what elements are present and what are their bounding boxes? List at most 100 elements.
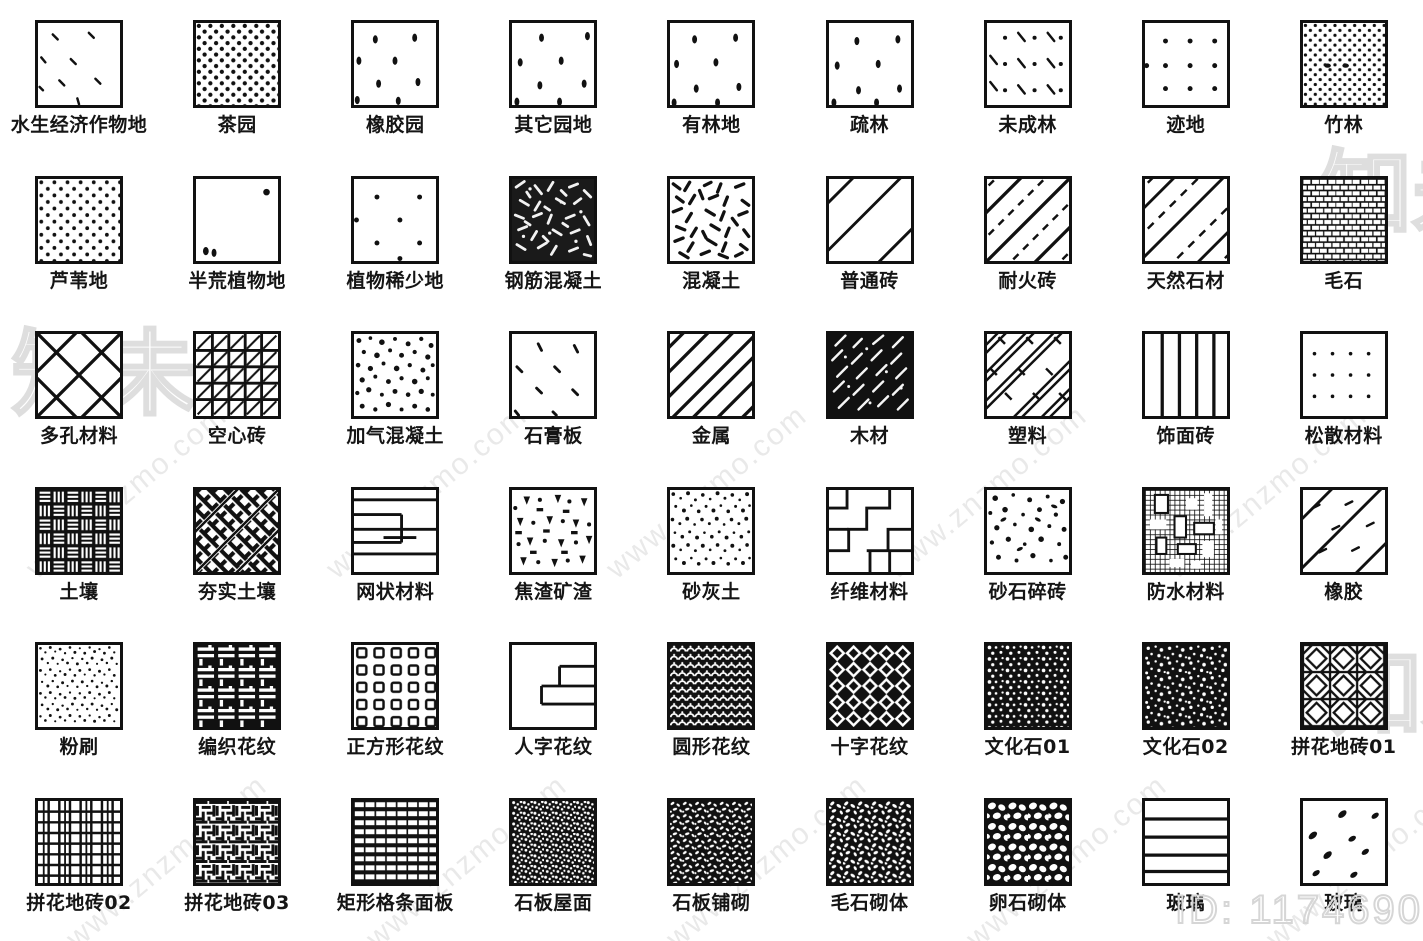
legend-cell[interactable]: 水生经济作物地 (0, 8, 158, 164)
legend-cell[interactable]: 拼花地砖01 (1265, 630, 1423, 786)
legend-cell[interactable]: 石板屋面 (474, 786, 632, 941)
legend-cell[interactable]: 饰面砖 (1107, 319, 1265, 475)
legend-cell[interactable]: 正方形花纹 (316, 630, 474, 786)
swatch-rubber-diag[interactable] (1299, 486, 1388, 575)
legend-cell[interactable]: 疏林 (790, 8, 948, 164)
swatch-vertical-bars[interactable] (1141, 331, 1230, 419)
swatch-circle-pattern[interactable] (667, 642, 756, 730)
swatch-diag-mixed-dash[interactable] (1141, 175, 1230, 264)
swatch-slag-triangles[interactable] (509, 486, 598, 575)
swatch-speckle-coarse[interactable] (351, 331, 440, 419)
legend-cell[interactable]: 加气混凝土 (316, 319, 474, 475)
legend-cell[interactable]: 砂石碎砖 (949, 475, 1107, 631)
legend-cell[interactable]: 有林地 (632, 8, 790, 164)
swatch-noise-heavy[interactable] (509, 175, 598, 264)
swatch-parquet-2[interactable] (35, 797, 124, 886)
legend-cell[interactable]: 天然石材 (1107, 164, 1265, 320)
swatch-comma-dots-wide[interactable] (667, 20, 756, 108)
swatch-dot-grid-dense[interactable] (193, 20, 282, 108)
swatch-comma-dots-sparse[interactable] (509, 20, 598, 108)
legend-cell[interactable]: 多孔材料 (0, 319, 158, 475)
swatch-basket-weave[interactable] (35, 486, 124, 575)
swatch-diag-double-dash[interactable] (983, 331, 1072, 419)
swatch-stipple-fine[interactable] (35, 642, 124, 730)
legend-cell[interactable]: 夯实土壤 (158, 475, 316, 631)
legend-cell[interactable]: 矩形格条面板 (316, 786, 474, 941)
swatch-dot-tick-mix[interactable] (983, 20, 1072, 108)
legend-cell[interactable]: 焦渣矿渣 (474, 475, 632, 631)
legend-cell[interactable]: 石膏板 (474, 319, 632, 475)
legend-cell[interactable]: 土壤 (0, 475, 158, 631)
legend-cell[interactable]: 迹地 (1107, 8, 1265, 164)
swatch-brick-fill[interactable] (1299, 175, 1388, 264)
swatch-glass-lines[interactable] (1141, 797, 1230, 886)
legend-cell[interactable]: 卵石砌体 (949, 786, 1107, 941)
swatch-comma-dots[interactable] (351, 20, 440, 108)
swatch-sparse-ticks[interactable] (35, 20, 124, 108)
legend-cell[interactable]: 茶园 (158, 8, 316, 164)
legend-cell[interactable]: 未成林 (949, 8, 1107, 164)
swatch-dot-grid-fine[interactable] (1299, 20, 1388, 108)
legend-cell[interactable]: 空心砖 (158, 319, 316, 475)
swatch-noise-medium[interactable] (667, 175, 756, 264)
swatch-diag-lines-wide[interactable] (825, 175, 914, 264)
swatch-sand-noise[interactable] (667, 486, 756, 575)
legend-cell[interactable]: 文化石02 (1107, 630, 1265, 786)
swatch-tick-sparse[interactable] (509, 331, 598, 419)
legend-cell[interactable]: 耐火砖 (949, 164, 1107, 320)
swatch-square-grid-dots[interactable] (351, 642, 440, 730)
swatch-dot-grid-3x3[interactable] (1141, 20, 1230, 108)
swatch-gravel-dots[interactable] (983, 486, 1072, 575)
legend-cell[interactable]: 木材 (790, 319, 948, 475)
legend-cell[interactable]: 粉刷 (0, 630, 158, 786)
legend-cell[interactable]: 毛石砌体 (790, 786, 948, 941)
swatch-diamond-lattice[interactable] (35, 331, 124, 419)
legend-cell[interactable]: 其它园地 (474, 8, 632, 164)
swatch-diag-lines-med[interactable] (667, 331, 756, 419)
swatch-dot-grid-stagger[interactable] (35, 175, 124, 264)
legend-cell[interactable]: 松散材料 (1265, 319, 1423, 475)
swatch-parquet-1[interactable] (1299, 642, 1388, 730)
legend-cell[interactable]: 塑料 (949, 319, 1107, 475)
swatch-near-empty[interactable] (193, 175, 282, 264)
swatch-dot-grid-regular[interactable] (1299, 331, 1388, 419)
swatch-net-lines[interactable] (351, 486, 440, 575)
legend-cell[interactable]: 毛石 (1265, 164, 1423, 320)
legend-cell[interactable]: 植物稀少地 (316, 164, 474, 320)
swatch-comma-dots-wider[interactable] (825, 20, 914, 108)
legend-cell[interactable]: 竹林 (1265, 8, 1423, 164)
legend-cell[interactable]: 半荒植物地 (158, 164, 316, 320)
swatch-weave-solid[interactable] (193, 642, 282, 730)
legend-cell[interactable]: 石板铺砌 (632, 786, 790, 941)
swatch-culture-stone-1[interactable] (983, 642, 1072, 730)
swatch-parquet-3[interactable] (193, 797, 282, 886)
legend-cell[interactable]: 橡胶园 (316, 8, 474, 164)
swatch-rect-slats[interactable] (351, 797, 440, 886)
legend-cell[interactable]: 普通砖 (790, 164, 948, 320)
legend-cell[interactable]: 拼花地砖03 (158, 786, 316, 941)
swatch-herringbone-lines[interactable] (509, 642, 598, 730)
swatch-hollow-brick-grid[interactable] (193, 331, 282, 419)
swatch-diag-solid-dashed[interactable] (983, 175, 1072, 264)
swatch-wood-dark[interactable] (825, 331, 914, 419)
legend-cell[interactable]: 十字花纹 (790, 630, 948, 786)
legend-cell[interactable]: 编织花纹 (158, 630, 316, 786)
legend-cell[interactable]: 纤维材料 (790, 475, 948, 631)
swatch-cross-pattern[interactable] (825, 642, 914, 730)
legend-cell[interactable]: 圆形花纹 (632, 630, 790, 786)
legend-cell[interactable]: 网状材料 (316, 475, 474, 631)
swatch-glass-marks[interactable] (1299, 797, 1388, 886)
swatch-compacted-diag[interactable] (193, 486, 282, 575)
legend-cell[interactable]: 混凝土 (632, 164, 790, 320)
swatch-rubble-masonry[interactable] (825, 797, 914, 886)
legend-cell[interactable]: 防水材料 (1107, 475, 1265, 631)
swatch-waterproof-hatch[interactable] (1141, 486, 1230, 575)
legend-cell[interactable]: 钢筋混凝土 (474, 164, 632, 320)
swatch-zigzag-step[interactable] (825, 486, 914, 575)
swatch-dot-sparse-5[interactable] (351, 175, 440, 264)
swatch-slate-roof[interactable] (509, 797, 598, 886)
legend-cell[interactable]: 拼花地砖02 (0, 786, 158, 941)
legend-cell[interactable]: 橡胶 (1265, 475, 1423, 631)
legend-cell[interactable]: 文化石01 (949, 630, 1107, 786)
legend-cell[interactable]: 砂灰土 (632, 475, 790, 631)
